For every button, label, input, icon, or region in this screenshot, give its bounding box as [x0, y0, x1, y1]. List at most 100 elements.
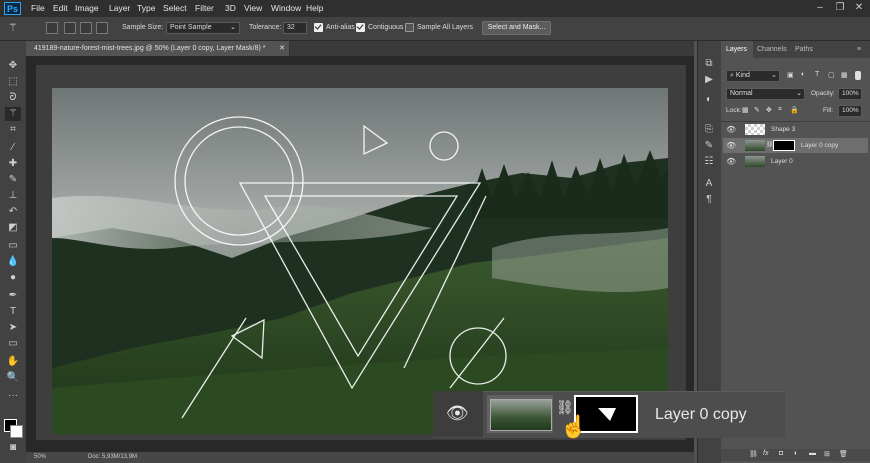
layer-row-shape-3[interactable]: 👁 Shape 3: [723, 122, 868, 137]
move-tool-icon[interactable]: ✥: [5, 59, 21, 73]
document-tab[interactable]: 419189-nature-forest-mist-trees.jpg @ 50…: [26, 41, 290, 56]
healing-brush-tool-icon[interactable]: ✚: [5, 157, 21, 171]
add-to-selection-icon[interactable]: [64, 22, 76, 34]
menu-edit[interactable]: Edit: [53, 3, 68, 13]
opacity-label: Opacity:: [811, 90, 835, 97]
blend-mode-select[interactable]: Normal ⌄: [726, 88, 805, 100]
brush-tool-icon[interactable]: ✎: [5, 173, 21, 187]
select-and-mask-button[interactable]: Select and Mask...: [482, 21, 551, 35]
sample-size-select[interactable]: Point Sample ⌄: [166, 22, 240, 34]
subtract-from-selection-icon[interactable]: [80, 22, 92, 34]
layer-row-layer-0[interactable]: 👁 Layer 0: [723, 154, 868, 169]
intersect-selection-icon[interactable]: [96, 22, 108, 34]
new-selection-icon[interactable]: [46, 22, 58, 34]
close-button[interactable]: ✕: [853, 2, 865, 14]
gradient-tool-icon[interactable]: ▭: [5, 239, 21, 253]
menu-help[interactable]: Help: [306, 3, 323, 13]
lock-image-icon[interactable]: ✎: [754, 106, 760, 114]
link-layers-icon[interactable]: ⛓: [749, 450, 758, 458]
zoom-tool-icon[interactable]: 🔍: [5, 371, 21, 385]
close-tab-icon[interactable]: ✕: [279, 41, 285, 56]
tab-layers[interactable]: Layers: [721, 41, 753, 58]
filter-adjustment-icon[interactable]: ◐: [801, 71, 805, 78]
menu-layer[interactable]: Layer: [109, 3, 130, 13]
new-layer-icon[interactable]: ⊞: [824, 450, 830, 458]
dodge-tool-icon[interactable]: ●: [5, 271, 21, 285]
panel-menu-icon[interactable]: ≡: [857, 41, 861, 58]
marquee-tool-icon[interactable]: ⬚: [5, 75, 21, 89]
filter-toggle-icon[interactable]: [855, 71, 861, 80]
new-group-icon[interactable]: ▬: [809, 450, 816, 457]
status-bar: 50% Doc: 5,93M/13,9M: [26, 452, 694, 463]
magic-wand-tool-icon[interactable]: ⚚: [5, 107, 21, 121]
add-mask-icon[interactable]: ◘: [779, 450, 783, 457]
tolerance-input[interactable]: 32: [283, 22, 307, 34]
fill-input[interactable]: 100%: [838, 105, 862, 117]
history-brush-tool-icon[interactable]: ↶: [5, 205, 21, 219]
magic-wand-tool-preset-icon[interactable]: ⚚: [8, 21, 30, 35]
anti-alias-checkbox[interactable]: [314, 23, 323, 32]
properties-icon[interactable]: ☷: [702, 155, 716, 169]
menu-window[interactable]: Window: [271, 3, 301, 13]
menu-filter[interactable]: Filter: [195, 3, 214, 13]
history-icon[interactable]: ⧉: [702, 57, 716, 71]
path-selection-tool-icon[interactable]: ➤: [5, 321, 21, 335]
minimize-button[interactable]: –: [814, 2, 826, 14]
restore-button[interactable]: ❐: [834, 2, 846, 14]
zoom-level[interactable]: 50%: [34, 452, 46, 463]
filter-shape-icon[interactable]: ▢: [828, 71, 835, 79]
lock-all-icon[interactable]: 🔒: [790, 106, 799, 114]
tab-channels[interactable]: Channels: [757, 41, 787, 58]
lock-label: Lock:: [726, 107, 742, 114]
eraser-tool-icon[interactable]: ◩: [5, 221, 21, 235]
eyedropper-tool-icon[interactable]: ⁄: [5, 141, 21, 155]
menu-select[interactable]: Select: [163, 3, 187, 13]
menu-type[interactable]: Type: [137, 3, 155, 13]
filter-kind-select[interactable]: ⌕ Kind ⌄: [726, 70, 780, 82]
crop-tool-icon[interactable]: ⌗: [5, 123, 21, 137]
lock-transparent-icon[interactable]: ▦: [742, 106, 749, 114]
filter-smart-object-icon[interactable]: ▦: [841, 71, 848, 79]
more-tools-icon[interactable]: ···: [5, 389, 21, 403]
visibility-eye-icon[interactable]: 👁: [726, 138, 736, 153]
doc-size-info: Doc: 5,93M/13,9M: [88, 454, 138, 460]
menu-file[interactable]: File: [31, 3, 45, 13]
sample-all-layers-checkbox[interactable]: [405, 23, 414, 32]
type-tool-icon[interactable]: T: [5, 305, 21, 319]
rectangle-tool-icon[interactable]: ▭: [5, 337, 21, 351]
filter-pixel-icon[interactable]: ▣: [787, 71, 794, 79]
layer-row-layer-0-copy[interactable]: 👁 ⛓ Layer 0 copy: [723, 138, 868, 153]
pen-tool-icon[interactable]: ✒: [5, 289, 21, 303]
fx-icon[interactable]: fx: [763, 450, 768, 457]
blur-tool-icon[interactable]: 💧: [5, 255, 21, 269]
hand-tool-icon[interactable]: ✋: [5, 355, 21, 369]
adjustments-icon[interactable]: ◐: [702, 93, 716, 107]
layer-thumbnail: [745, 140, 765, 151]
canvas-photo[interactable]: [52, 88, 668, 434]
character-icon[interactable]: A: [702, 177, 716, 191]
layer-comps-icon[interactable]: ⎘: [702, 123, 716, 137]
play-actions-icon[interactable]: ▶: [702, 73, 716, 87]
brush-settings-icon[interactable]: ✎: [702, 139, 716, 153]
opacity-input[interactable]: 100%: [838, 88, 862, 100]
lasso-tool-icon[interactable]: ᘐ: [5, 91, 21, 105]
filter-type-icon[interactable]: T: [815, 71, 819, 78]
visibility-eye-icon[interactable]: 👁: [446, 403, 469, 424]
visibility-eye-icon[interactable]: 👁: [726, 154, 736, 169]
forest-mist-image: [52, 88, 668, 434]
contiguous-checkbox[interactable]: [356, 23, 365, 32]
lock-position-icon[interactable]: ✥: [766, 106, 772, 114]
menu-image[interactable]: Image: [75, 3, 99, 13]
paragraph-icon[interactable]: ¶: [702, 193, 716, 207]
menu-view[interactable]: View: [244, 3, 262, 13]
quick-mask-icon[interactable]: ◙: [5, 441, 21, 455]
menu-3d[interactable]: 3D: [225, 3, 236, 13]
trash-icon[interactable]: 🗑: [839, 450, 848, 458]
layer-mask-thumbnail[interactable]: [773, 140, 795, 151]
tab-paths[interactable]: Paths: [795, 41, 813, 58]
lock-artboard-icon[interactable]: ⌗: [778, 106, 782, 114]
clone-stamp-tool-icon[interactable]: ⊥: [5, 189, 21, 203]
adjustment-layer-icon[interactable]: ◐: [794, 450, 798, 457]
visibility-eye-icon[interactable]: 👁: [726, 122, 736, 137]
background-color-swatch[interactable]: [10, 425, 23, 438]
